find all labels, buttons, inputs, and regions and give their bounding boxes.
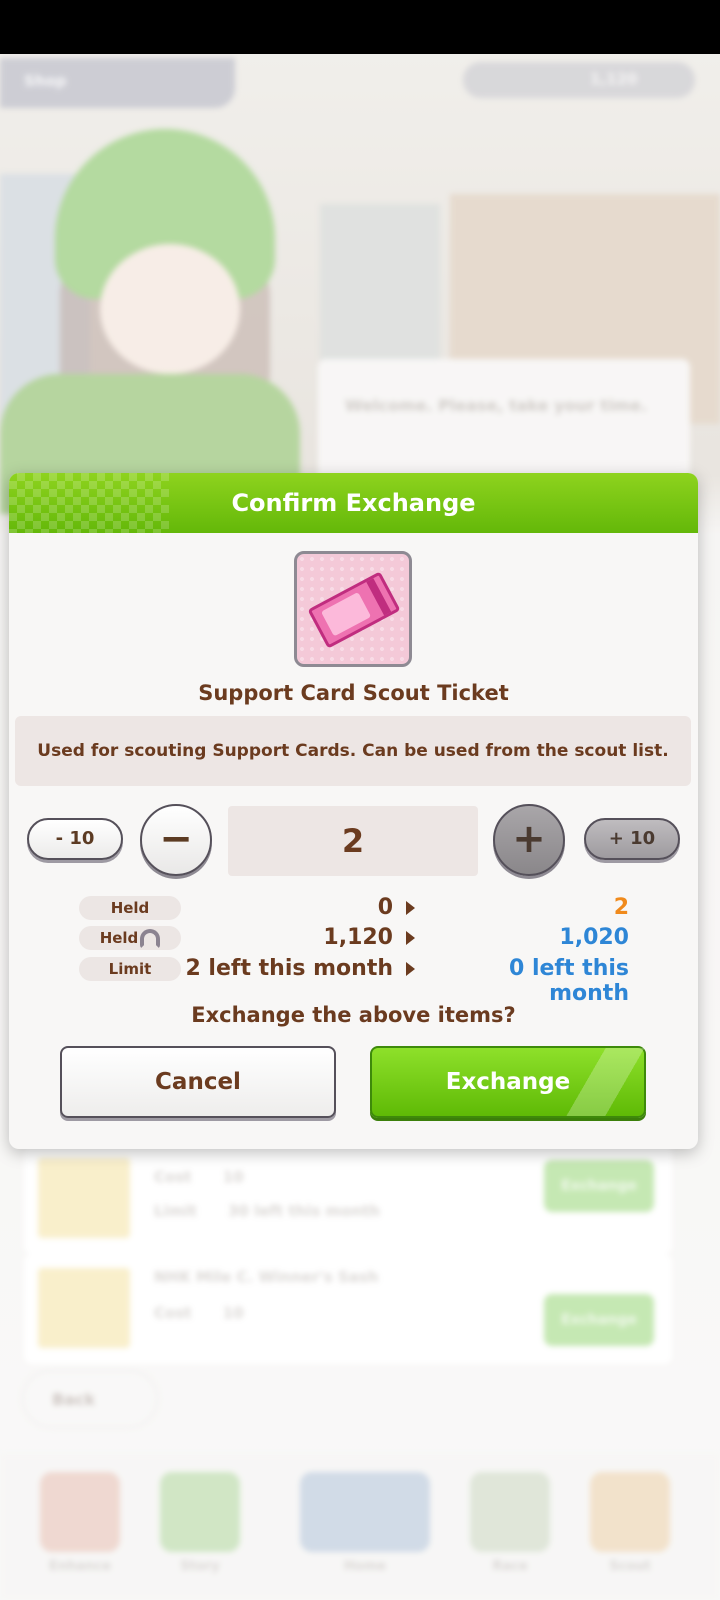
confirm-question: Exchange the above items? — [191, 1003, 516, 1027]
minus-10-button[interactable]: - 10 — [27, 818, 123, 860]
limit-label: Limit — [79, 957, 181, 981]
minus-button[interactable]: − — [140, 804, 212, 876]
exchange-button-label: Exchange — [445, 1069, 571, 1095]
plus-10-button[interactable]: + 10 — [584, 818, 680, 860]
item-name: Support Card Scout Ticket — [198, 681, 509, 705]
support-card-ticket-icon — [294, 551, 412, 667]
limit-after: 0 left this month — [509, 956, 629, 1006]
status-bar — [0, 0, 720, 54]
horseshoe-after: 1,020 — [559, 925, 629, 950]
held-current: 0 — [377, 895, 393, 920]
confirm-exchange-dialog: Confirm Exchange Support Card Scout Tick… — [9, 473, 698, 1149]
plus-button[interactable]: + — [493, 804, 565, 876]
quantity-value: 2 — [341, 822, 365, 860]
arrow-right-icon — [406, 962, 415, 976]
exchange-button[interactable]: Exchange — [370, 1046, 646, 1118]
horseshoe-icon — [140, 928, 161, 949]
quantity-display: 2 — [228, 806, 478, 876]
dialog-title: Confirm Exchange — [231, 489, 476, 517]
held-label: Held — [79, 896, 181, 920]
cancel-button[interactable]: Cancel — [60, 1046, 336, 1118]
arrow-right-icon — [406, 931, 415, 945]
held-horseshoe-label: Held — [79, 926, 181, 950]
limit-current: 2 left this month — [185, 956, 393, 981]
dialog-header: Confirm Exchange — [9, 473, 698, 533]
held-horseshoe-label-text: Held — [99, 929, 139, 947]
description-box: Used for scouting Support Cards. Can be … — [15, 716, 691, 786]
arrow-right-icon — [406, 901, 415, 915]
horseshoe-current: 1,120 — [323, 925, 393, 950]
item-description: Used for scouting Support Cards. Can be … — [37, 741, 669, 761]
button-shine — [554, 1048, 644, 1116]
held-after: 2 — [613, 895, 629, 920]
